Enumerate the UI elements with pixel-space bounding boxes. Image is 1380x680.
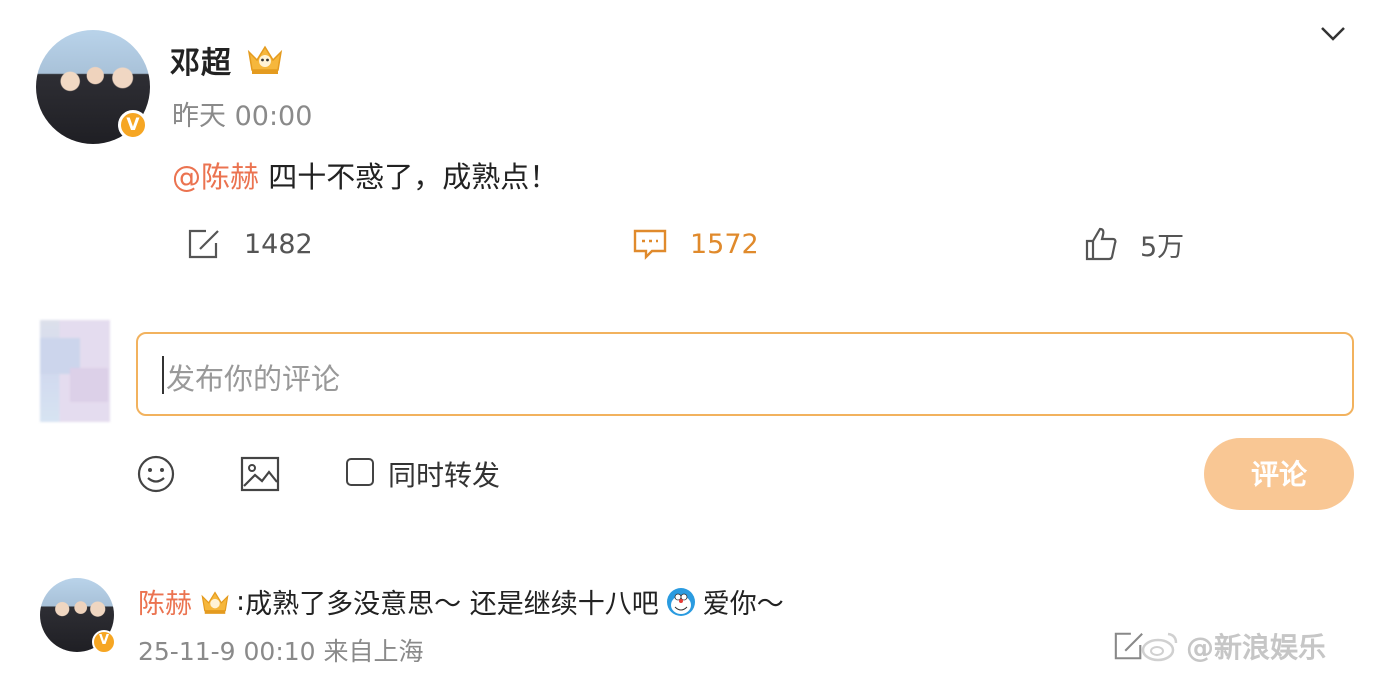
repost-count: 1482 xyxy=(244,228,313,260)
repost-icon xyxy=(188,229,219,259)
watermark: @新浪娱乐 xyxy=(1140,626,1326,666)
text-caret xyxy=(162,356,164,394)
submit-comment-button[interactable]: 评论 xyxy=(1204,438,1354,510)
author-name[interactable]: 邓超 xyxy=(170,38,232,82)
reply-text-part2: 爱你～ xyxy=(702,589,784,620)
reply-meta: 25-11-9 00:10 来自上海 xyxy=(138,637,424,666)
like-button[interactable]: 5万 xyxy=(1084,224,1184,264)
repost-checkbox[interactable] xyxy=(346,458,374,486)
reply-content: 陈赫 : 成熟了多没意思～ 还是继续十八吧 爱你～ xyxy=(138,582,784,621)
comment-input[interactable]: 发布你的评论 xyxy=(136,332,1354,416)
my-avatar xyxy=(40,320,110,422)
like-icon xyxy=(1085,227,1117,261)
comment-button[interactable]: 1572 xyxy=(632,224,759,264)
reply-author[interactable]: 陈赫 xyxy=(138,582,192,621)
post-text: 四十不惑了，成熟点！ xyxy=(268,160,559,194)
verified-badge-icon: V xyxy=(118,110,148,140)
post-timestamp: 昨天 00:00 xyxy=(172,101,313,132)
reply-separator: : xyxy=(236,586,246,617)
comment-count: 1572 xyxy=(690,228,759,260)
crown-icon xyxy=(247,45,283,74)
like-count: 5万 xyxy=(1140,231,1185,263)
mention-link[interactable]: @陈赫 xyxy=(172,160,259,194)
crown-icon xyxy=(201,590,229,614)
reply-verified-badge-icon: V xyxy=(92,630,116,654)
repost-button[interactable]: 1482 xyxy=(186,224,313,264)
comment-icon xyxy=(633,229,667,260)
reply-text-part1: 成熟了多没意思～ 还是继续十八吧 xyxy=(245,589,659,620)
image-icon[interactable] xyxy=(240,456,280,492)
repost-checkbox-label[interactable]: 同时转发 xyxy=(388,454,500,494)
post-content: @陈赫 四十不惑了，成熟点！ xyxy=(172,154,558,196)
watermark-text: @新浪娱乐 xyxy=(1186,631,1327,664)
weibo-logo-icon xyxy=(1141,632,1178,662)
comment-placeholder: 发布你的评论 xyxy=(166,362,341,396)
chevron-down-icon[interactable] xyxy=(1318,22,1348,46)
emoji-icon[interactable] xyxy=(136,454,176,494)
doraemon-emoji-icon xyxy=(666,587,695,616)
